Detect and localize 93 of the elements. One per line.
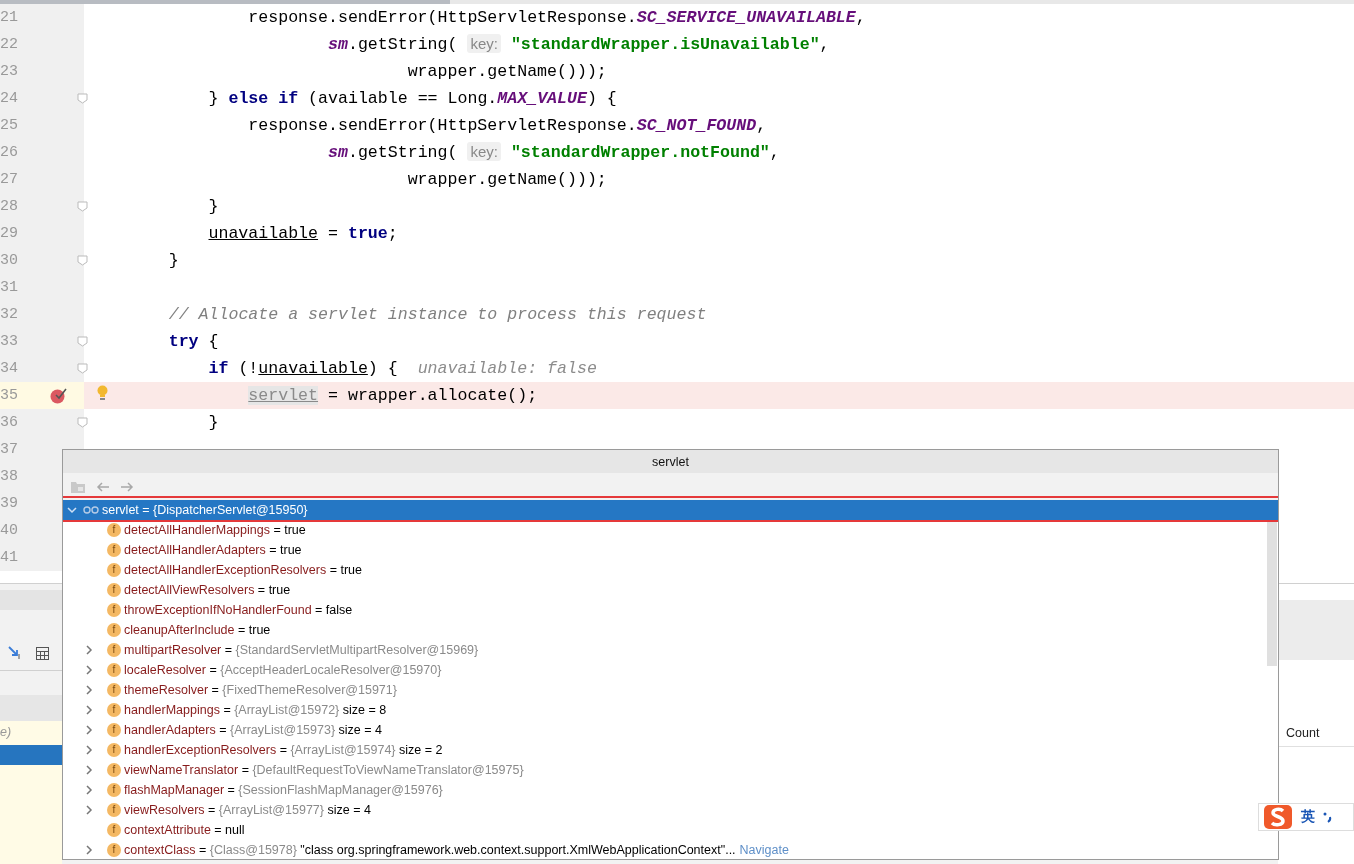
line-number: 36 xyxy=(0,414,19,431)
line-number: 21 xyxy=(0,9,19,26)
field-icon: f xyxy=(107,603,121,617)
code-line: } xyxy=(167,251,179,270)
code-line: wrapper.getName())); xyxy=(406,62,607,81)
line-number: 33 xyxy=(0,333,19,350)
field-value: detectAllHandlerMappings = true xyxy=(124,523,306,537)
line-number: 23 xyxy=(0,63,19,80)
field-icon: f xyxy=(107,703,121,717)
code-line: response.sendError(HttpServletResponse.SC_NOT_FOUND, xyxy=(247,116,767,135)
field-icon: f xyxy=(107,743,121,757)
field-value: multipartResolver = {StandardServletMultipartResolver@15969} xyxy=(124,643,479,657)
line-number: 35 xyxy=(0,387,19,404)
field-value: flashMapManager = {SessionFlashMapManager@15976} xyxy=(124,783,443,797)
line-number: 31 xyxy=(0,279,19,296)
input-mode-toggle[interactable]: 英 xyxy=(1301,808,1315,826)
lightbulb-icon[interactable] xyxy=(97,385,108,401)
field-icon: f xyxy=(107,683,121,697)
line-number: 28 xyxy=(0,198,19,215)
line-number: 34 xyxy=(0,360,19,377)
field-value: handlerMappings = {ArrayList@15972} size = 8 xyxy=(124,703,387,717)
line-number: 27 xyxy=(0,171,19,188)
code-line: sm.getString( key: "standardWrapper.isUnavailable", xyxy=(327,35,830,54)
code-line: if (!unavailable) { unavailable: false xyxy=(207,359,597,378)
scrollbar[interactable] xyxy=(1267,520,1277,666)
field-icon: f xyxy=(107,523,121,537)
field-icon: f xyxy=(107,583,121,597)
code-line: } else if (available == Long.MAX_VALUE) { xyxy=(207,89,617,108)
frame-text: e) xyxy=(0,724,13,741)
field-value: detectAllHandlerExceptionResolvers = true xyxy=(124,563,362,577)
field-value: viewNameTranslator = {DefaultRequestToViewNameTranslator@15975} xyxy=(124,763,524,777)
code-line: wrapper.getName())); xyxy=(406,170,607,189)
navigate-link[interactable]: Navigate xyxy=(739,843,789,857)
back-arrow-icon[interactable] xyxy=(96,481,110,492)
field-value: contextClass = {Class@15978} "class org.springframework.web.context.support.XmlWebApplicationContext"... xyxy=(124,843,736,857)
line-number: 40 xyxy=(0,522,19,539)
field-icon: f xyxy=(107,763,121,777)
line-number: 39 xyxy=(0,495,19,512)
code-line: try { xyxy=(167,332,219,351)
breakpoint-icon[interactable] xyxy=(50,387,67,404)
field-value: viewResolvers = {ArrayList@15977} size = 4 xyxy=(124,803,371,817)
punctuation-icon[interactable] xyxy=(1323,811,1333,823)
line-number: 37 xyxy=(0,441,19,458)
field-icon: f xyxy=(107,643,121,657)
fold-marker-icon[interactable] xyxy=(77,363,88,374)
line-number: 41 xyxy=(0,549,19,566)
line-number: 32 xyxy=(0,306,19,323)
field-icon: f xyxy=(107,663,121,677)
calculator-icon[interactable] xyxy=(36,646,49,660)
field-value: cleanupAfterInclude = true xyxy=(124,623,271,637)
variable-value: servlet = {DispatcherServlet@15950} xyxy=(102,503,308,517)
fold-marker-icon[interactable] xyxy=(77,93,88,104)
field-icon: f xyxy=(107,723,121,737)
field-value: themeResolver = {FixedThemeResolver@15971} xyxy=(124,683,397,697)
code-line: unavailable = true; xyxy=(207,224,398,243)
line-number: 22 xyxy=(0,36,19,53)
field-icon: f xyxy=(107,563,121,577)
field-icon: f xyxy=(107,823,121,837)
forward-arrow-icon[interactable] xyxy=(120,481,134,492)
code-line: // Allocate a servlet instance to process this request xyxy=(167,305,707,324)
line-number: 26 xyxy=(0,144,19,161)
line-number: 24 xyxy=(0,90,19,107)
field-value: detectAllViewResolvers = true xyxy=(124,583,291,597)
code-line: } xyxy=(207,413,219,432)
line-number: 29 xyxy=(0,225,19,242)
field-value: localeResolver = {AcceptHeaderLocaleResolver@15970} xyxy=(124,663,442,677)
field-icon: f xyxy=(107,623,121,637)
fold-marker-icon[interactable] xyxy=(77,201,88,212)
line-number: 30 xyxy=(0,252,19,269)
line-number: 25 xyxy=(0,117,19,134)
field-icon: f xyxy=(107,543,121,557)
field-value: throwExceptionIfNoHandlerFound = false xyxy=(124,603,353,617)
field-icon: f xyxy=(107,843,121,857)
popup-title: servlet xyxy=(63,450,1278,473)
field-value: contextAttribute = null xyxy=(124,823,245,837)
field-value: handlerExceptionResolvers = {ArrayList@15974} size = 2 xyxy=(124,743,443,757)
field-value: handlerAdapters = {ArrayList@15973} size = 4 xyxy=(124,723,382,737)
code-line: sm.getString( key: "standardWrapper.notFound", xyxy=(327,143,780,162)
line-number: 38 xyxy=(0,468,19,485)
input-method-logo-icon[interactable] xyxy=(1263,804,1293,830)
step-arrow-icon[interactable] xyxy=(8,646,22,660)
field-icon: f xyxy=(107,803,121,817)
code-line: servlet = wrapper.allocate(); xyxy=(247,386,538,405)
glasses-icon xyxy=(83,506,99,514)
code-line: response.sendError(HttpServletResponse.SC_SERVICE_UNAVAILABLE, xyxy=(247,8,866,27)
fold-marker-icon[interactable] xyxy=(77,336,88,347)
field-icon: f xyxy=(107,783,121,797)
code-line: } xyxy=(207,197,219,216)
fold-marker-icon[interactable] xyxy=(77,417,88,428)
fold-marker-icon[interactable] xyxy=(77,255,88,266)
field-value: detectAllHandlerAdapters = true xyxy=(124,543,302,557)
variable-tree-row[interactable]: servlet = {DispatcherServlet@15950} xyxy=(63,500,1278,520)
panel-tab-bar xyxy=(0,590,62,610)
